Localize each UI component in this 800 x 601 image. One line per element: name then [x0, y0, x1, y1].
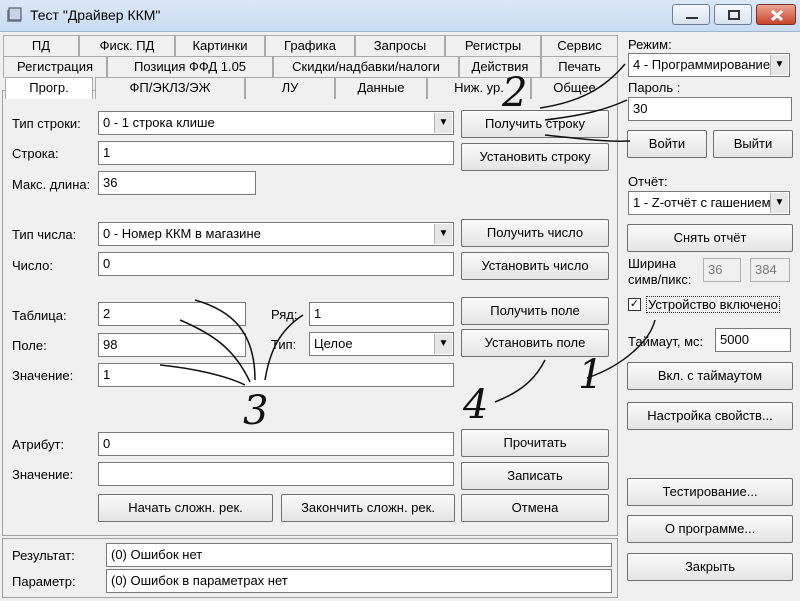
tab-program[interactable]: Прогр.	[5, 77, 93, 99]
annotation-4: 4	[463, 382, 489, 428]
annotation-2: 2	[502, 70, 528, 116]
annotation-1: 1	[578, 352, 604, 398]
annotation-arrows	[159, 63, 656, 403]
annotation-3: 3	[243, 388, 269, 434]
